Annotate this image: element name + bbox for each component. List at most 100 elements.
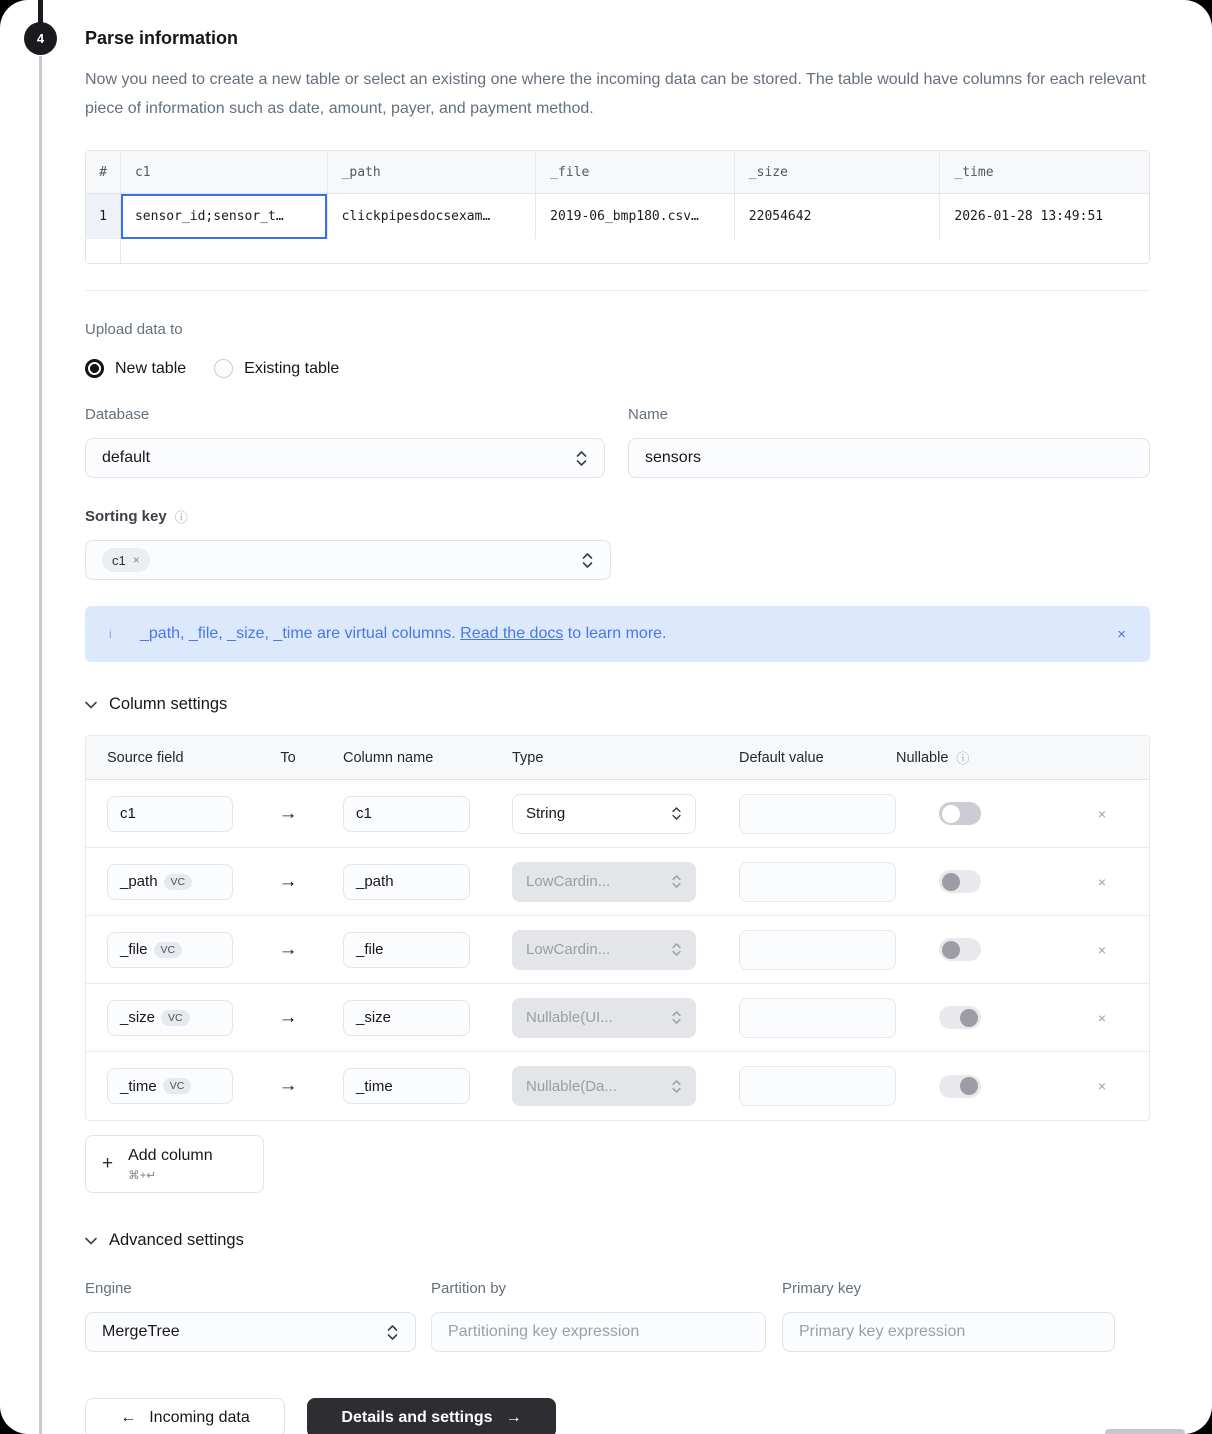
chevron-updown-icon <box>386 1324 399 1341</box>
source-field-input[interactable]: c1 <box>107 796 233 832</box>
preview-cell-path[interactable]: clickpipesdocsexam… <box>328 194 537 239</box>
next-arrow-icon: → <box>506 1409 522 1427</box>
upload-data-to-label: Upload data to <box>85 321 1150 338</box>
info-icon: i <box>109 627 140 641</box>
preview-header-time[interactable]: _time <box>940 151 1149 194</box>
preview-data-row: 1 sensor_id;sensor_t… clickpipesdocsexam… <box>86 194 1149 239</box>
chevron-updown-icon <box>575 450 588 467</box>
map-arrow-icon: → <box>279 871 298 893</box>
primary-key-placeholder: Primary key expression <box>799 1323 965 1341</box>
column-name-input[interactable]: _time <box>343 1068 470 1104</box>
engine-value: MergeTree <box>102 1323 180 1341</box>
preview-header-file[interactable]: _file <box>536 151 735 194</box>
column-settings-title: Column settings <box>109 695 227 714</box>
partition-by-label: Partition by <box>431 1280 782 1297</box>
preview-divider <box>85 290 1150 291</box>
column-name-input[interactable]: _path <box>343 864 470 900</box>
preview-cell-file[interactable]: 2019-06_bmp180.csv… <box>536 194 735 239</box>
source-field-input[interactable]: _pathVC <box>107 864 233 900</box>
banner-text: _path, _file, _size, _time are virtual c… <box>140 625 667 643</box>
type-select-disabled: LowCardin... <box>512 930 696 970</box>
remove-column-icon[interactable]: × <box>1098 1078 1106 1094</box>
step-number-badge: 4 <box>24 22 57 55</box>
header-source-field: Source field <box>107 750 233 766</box>
virtual-column-badge: VC <box>163 1078 192 1094</box>
add-column-label: Add column <box>128 1147 213 1165</box>
sorting-key-chip-label: c1 <box>112 553 126 568</box>
preview-header-size[interactable]: _size <box>735 151 941 194</box>
header-column-name: Column name <box>343 750 470 766</box>
column-name-input[interactable]: c1 <box>343 796 470 832</box>
nullable-toggle-disabled <box>939 870 981 893</box>
radio-selected-icon[interactable] <box>85 359 104 378</box>
radio-new-table-label: New table <box>115 360 186 378</box>
name-label: Name <box>628 406 1150 423</box>
preview-cell-c1-selected[interactable]: sensor_id;sensor_t… <box>121 194 328 239</box>
default-value-input[interactable] <box>739 1066 896 1106</box>
preview-cell-size[interactable]: 22054642 <box>735 194 941 239</box>
virtual-column-badge: VC <box>161 1010 190 1026</box>
preview-empty-row <box>86 239 1149 263</box>
remove-column-icon[interactable]: × <box>1098 1010 1106 1026</box>
source-field-input[interactable]: _timeVC <box>107 1068 233 1104</box>
advanced-settings-toggle[interactable]: Advanced settings <box>85 1231 1150 1250</box>
default-value-input[interactable] <box>739 862 896 902</box>
header-type: Type <box>512 750 696 766</box>
preview-header-c1[interactable]: c1 <box>121 151 328 194</box>
preview-cell-time[interactable]: 2026-01-28 13:49:51 <box>940 194 1149 239</box>
stepper-connector-bottom <box>39 56 42 1434</box>
default-value-input[interactable] <box>739 794 896 834</box>
map-arrow-icon: → <box>279 939 298 961</box>
engine-select[interactable]: MergeTree <box>85 1312 416 1352</box>
read-the-docs-link[interactable]: Read the docs <box>460 625 563 642</box>
default-value-input[interactable] <box>739 930 896 970</box>
radio-existing-table[interactable]: Existing table <box>214 359 339 378</box>
chevron-updown-icon <box>581 552 594 569</box>
add-column-button[interactable]: + Add column ⌘+↵ <box>85 1135 264 1193</box>
header-default-value: Default value <box>739 750 896 766</box>
advanced-settings-title: Advanced settings <box>109 1231 244 1250</box>
sorting-key-select[interactable]: c1 × <box>85 540 611 580</box>
stepper-connector-top <box>38 0 43 24</box>
column-settings-toggle[interactable]: Column settings <box>85 695 1150 714</box>
type-select-disabled: Nullable(UI... <box>512 998 696 1038</box>
remove-column-icon[interactable]: × <box>1098 874 1106 890</box>
preview-header-path[interactable]: _path <box>328 151 537 194</box>
sorting-key-info-icon[interactable]: ⓘ <box>175 507 188 526</box>
radio-new-table[interactable]: New table <box>85 359 186 378</box>
virtual-columns-banner: i _path, _file, _size, _time are virtual… <box>85 606 1150 662</box>
incoming-data-button[interactable]: ← Incoming data <box>85 1398 285 1434</box>
table-name-input[interactable]: sensors <box>628 438 1150 478</box>
radio-existing-table-label: Existing table <box>244 360 339 378</box>
back-arrow-icon: ← <box>120 1409 136 1427</box>
parse-information-panel: 4 Parse information Now you need to crea… <box>0 0 1212 1434</box>
column-settings-header-row: Source field To Column name Type Default… <box>86 736 1149 780</box>
partition-by-input[interactable]: Partitioning key expression <box>431 1312 766 1352</box>
source-field-input[interactable]: _fileVC <box>107 932 233 968</box>
column-row-file: _fileVC → _file LowCardin... × <box>86 916 1149 984</box>
database-select[interactable]: default <box>85 438 605 478</box>
database-value: default <box>102 449 150 467</box>
column-row-size: _sizeVC → _size Nullable(UI... × <box>86 984 1149 1052</box>
details-and-settings-label: Details and settings <box>341 1409 492 1427</box>
nullable-info-icon[interactable]: ⓘ <box>956 748 969 767</box>
column-name-input[interactable]: _file <box>343 932 470 968</box>
details-and-settings-button[interactable]: Details and settings → <box>307 1398 556 1434</box>
remove-column-icon[interactable]: × <box>1098 806 1106 822</box>
remove-column-icon[interactable]: × <box>1098 942 1106 958</box>
radio-unselected-icon[interactable] <box>214 359 233 378</box>
plus-icon: + <box>102 1153 113 1175</box>
nullable-toggle-disabled <box>939 938 981 961</box>
banner-close-icon[interactable]: × <box>1117 626 1126 643</box>
type-select-disabled: Nullable(Da... <box>512 1066 696 1106</box>
primary-key-input[interactable]: Primary key expression <box>782 1312 1115 1352</box>
chip-remove-icon[interactable]: × <box>133 553 140 567</box>
nullable-toggle[interactable] <box>939 802 981 825</box>
column-row-c1: c1 → c1 String × <box>86 780 1149 848</box>
bottom-element-sliver <box>1105 1429 1185 1434</box>
type-select[interactable]: String <box>512 794 696 834</box>
source-field-input[interactable]: _sizeVC <box>107 1000 233 1036</box>
column-name-input[interactable]: _size <box>343 1000 470 1036</box>
virtual-column-badge: VC <box>154 942 183 958</box>
default-value-input[interactable] <box>739 998 896 1038</box>
